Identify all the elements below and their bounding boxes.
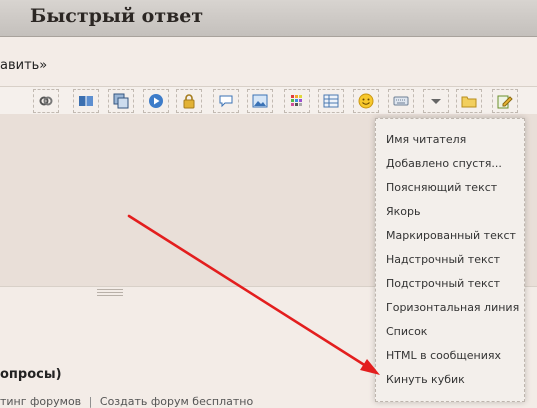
- copy-button[interactable]: [108, 89, 134, 113]
- more-button[interactable]: [423, 89, 449, 113]
- book-icon: [79, 96, 93, 106]
- upload-button[interactable]: [456, 89, 482, 113]
- edit-button[interactable]: [492, 89, 518, 113]
- menu-item-explanatory-text[interactable]: Поясняющий текст: [386, 181, 497, 194]
- color-button[interactable]: [284, 89, 310, 113]
- folder-icon: [461, 96, 477, 108]
- forum-rating-link[interactable]: тинг форумов: [0, 395, 81, 408]
- menu-item-subscript[interactable]: Подстрочный текст: [386, 277, 500, 290]
- menu-item-horizontal-line[interactable]: Горизонтальная линия: [386, 301, 519, 314]
- copy-icon: [113, 93, 129, 109]
- quick-reply-header: Быстрый ответ: [0, 0, 537, 37]
- hide-button[interactable]: [176, 89, 202, 113]
- play-icon: [149, 94, 163, 108]
- menu-item-superscript[interactable]: Надстрочный текст: [386, 253, 500, 266]
- menu-item-anchor[interactable]: Якорь: [386, 205, 420, 218]
- resize-grip[interactable]: [97, 289, 123, 296]
- post-link[interactable]: авить»: [0, 58, 47, 73]
- dropdown-arrow-icon: [431, 99, 441, 104]
- media-button[interactable]: [143, 89, 169, 113]
- footer-separator: |: [88, 395, 93, 408]
- quote-button[interactable]: [213, 89, 239, 113]
- lock-icon: [183, 94, 195, 109]
- edit-icon: [497, 95, 513, 109]
- table-icon: [323, 94, 339, 108]
- menu-item-bulleted-text[interactable]: Маркированный текст: [386, 229, 516, 242]
- color-palette-icon: [291, 95, 302, 106]
- create-forum-link[interactable]: Создать форум бесплатно: [100, 395, 253, 408]
- smiley-icon: [358, 93, 374, 109]
- speech-bubble-icon: [219, 95, 233, 108]
- image-button[interactable]: [247, 89, 273, 113]
- more-tags-dropdown: Имя читателя Добавлено спустя... Поясняю…: [375, 118, 525, 402]
- link-icon: [39, 96, 53, 106]
- editor-toolbar: [0, 86, 537, 116]
- page-title: Быстрый ответ: [30, 5, 204, 27]
- smiley-button[interactable]: [353, 89, 379, 113]
- book-button[interactable]: [73, 89, 99, 113]
- keyboard-icon: [393, 96, 409, 106]
- footer: тинг форумов | Создать форум бесплатно: [0, 395, 253, 408]
- image-icon: [252, 94, 268, 108]
- table-button[interactable]: [318, 89, 344, 113]
- link-button[interactable]: [33, 89, 59, 113]
- keyboard-button[interactable]: [388, 89, 414, 113]
- questions-label: опросы): [0, 367, 62, 382]
- menu-item-reader-name[interactable]: Имя читателя: [386, 133, 466, 146]
- menu-item-added-later[interactable]: Добавлено спустя...: [386, 157, 502, 170]
- menu-item-roll-dice[interactable]: Кинуть кубик: [386, 373, 465, 386]
- menu-item-list[interactable]: Список: [386, 325, 427, 338]
- menu-item-html[interactable]: HTML в сообщениях: [386, 349, 501, 362]
